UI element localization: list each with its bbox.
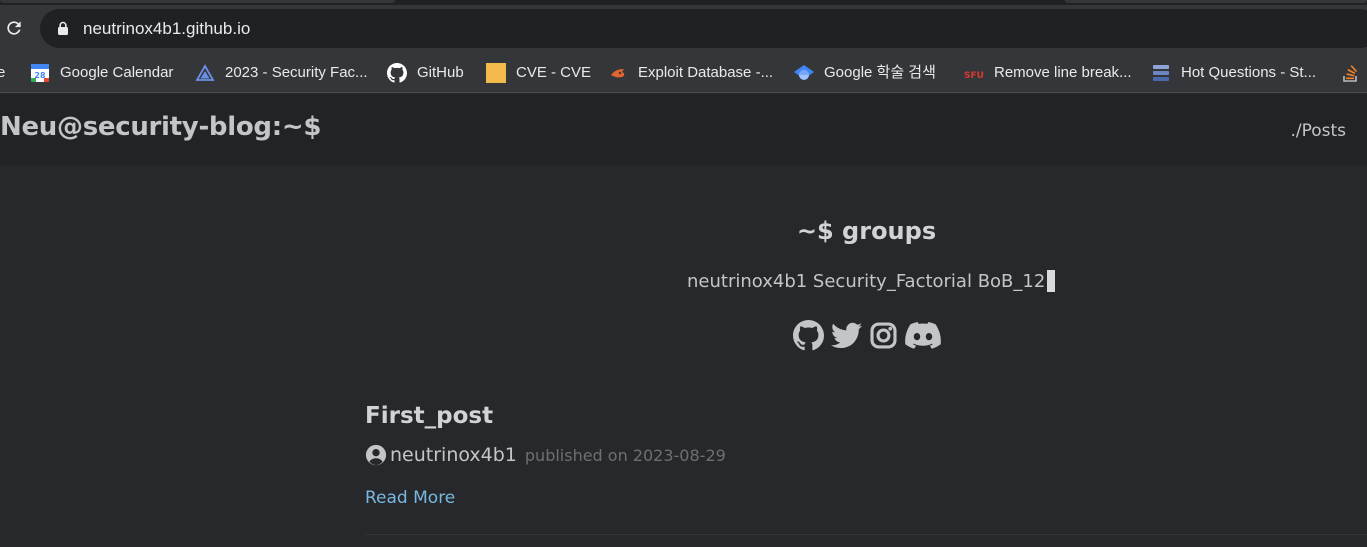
post-meta: neutrinox4b1 published on 2023-08-29 — [365, 444, 1367, 466]
address-bar[interactable]: neutrinox4b1.github.io — [40, 9, 1367, 48]
exploit-db-icon — [608, 63, 628, 83]
post-divider — [365, 534, 1367, 535]
bookmark-label: Google 학술 검색 — [824, 64, 936, 81]
url-text[interactable]: neutrinox4b1.github.io — [83, 19, 250, 39]
bookmark-truncated[interactable]: e — [0, 62, 5, 84]
tab-hint-right[interactable] — [1065, 0, 1367, 3]
post-published-date: published on 2023-08-29 — [524, 445, 726, 465]
google-calendar-icon: 28 — [30, 63, 50, 83]
bookmark-google-scholar[interactable]: Google 학술 검색 — [794, 62, 936, 84]
bookmark-exploit-database[interactable]: Exploit Database -... — [608, 62, 773, 84]
bookmarks-bar: e 28 Google Calendar 2023 - Security Fac… — [0, 52, 1367, 93]
bookmark-cve[interactable]: CVE - CVE — [486, 62, 591, 84]
discord-icon[interactable] — [905, 321, 941, 350]
svg-text:28: 28 — [34, 71, 46, 80]
google-scholar-icon — [794, 63, 814, 83]
lock-icon[interactable] — [57, 21, 69, 40]
svg-text:SFU: SFU — [964, 71, 984, 81]
bookmark-label: Remove line break... — [994, 64, 1132, 81]
profile-heading: ~$ groups — [796, 217, 937, 245]
bookmark-hot-questions[interactable]: Hot Questions - St... — [1151, 62, 1316, 84]
main-content: ~$ groups neutrinox4b1 Security_Factoria… — [0, 165, 1367, 547]
bookmark-google-calendar[interactable]: 28 Google Calendar — [30, 62, 173, 84]
site-title[interactable]: Neu@security-blog:~$ — [0, 112, 321, 142]
post-card: First_post neutrinox4b1 published on 202… — [365, 403, 1367, 508]
bookmark-github[interactable]: GitHub — [387, 62, 464, 84]
sfu-icon: SFU — [964, 63, 984, 83]
browser-toolbar: neutrinox4b1.github.io — [0, 5, 1367, 52]
instagram-icon[interactable] — [869, 321, 898, 350]
triangle-logo-icon — [195, 63, 215, 83]
tab-hint-left[interactable] — [0, 0, 395, 3]
groups-line: neutrinox4b1 Security_Factorial BoB_12 — [687, 270, 1056, 292]
read-more-link[interactable]: Read More — [365, 488, 455, 508]
user-circle-icon — [365, 444, 387, 466]
site-header: Neu@security-blog:~$ ./Posts — [0, 94, 1367, 165]
stack-icon — [1151, 63, 1171, 83]
post-author: neutrinox4b1 — [390, 444, 517, 466]
stackoverflow-icon — [1341, 63, 1361, 83]
bookmark-security-factorial[interactable]: 2023 - Security Fac... — [195, 62, 368, 84]
post-title-link[interactable]: First_post — [365, 403, 1367, 429]
bookmark-stackoverflow[interactable] — [1341, 62, 1367, 84]
bookmark-label: Exploit Database -... — [638, 64, 774, 81]
bookmark-label: CVE - CVE — [516, 64, 592, 81]
social-links — [793, 320, 941, 351]
nav-posts-link[interactable]: ./Posts — [1290, 121, 1346, 141]
github-icon — [387, 63, 407, 83]
bookmark-label: GitHub — [417, 64, 464, 81]
twitter-icon[interactable] — [831, 322, 862, 349]
bookmark-label: Google Calendar — [60, 64, 174, 81]
github-icon[interactable] — [793, 320, 824, 351]
bookmark-remove-line-breaks[interactable]: SFU Remove line break... — [964, 62, 1132, 84]
groups-text: neutrinox4b1 Security_Factorial BoB_12 — [687, 270, 1046, 292]
bookmark-label: e — [0, 64, 6, 81]
terminal-cursor — [1047, 270, 1056, 292]
reload-icon[interactable] — [2, 16, 26, 40]
bookmark-label: 2023 - Security Fac... — [225, 64, 368, 81]
bookmark-label: Hot Questions - St... — [1181, 64, 1317, 81]
folder-icon — [486, 63, 506, 83]
